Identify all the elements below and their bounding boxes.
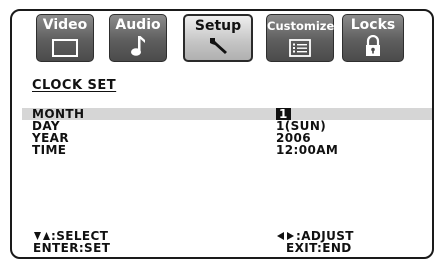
tab-video[interactable]: Video xyxy=(36,14,94,62)
setting-list: MONTH 1 DAY 1(SUN) YEAR 2006 TIME 12:00A… xyxy=(22,108,432,156)
setting-label: TIME xyxy=(32,143,67,157)
wrench-icon xyxy=(210,38,227,54)
tab-audio[interactable]: Audio xyxy=(109,14,167,62)
tab-customize-label: Customize xyxy=(267,19,335,33)
monitor-icon xyxy=(52,39,78,57)
setting-value[interactable]: 12:00AM xyxy=(276,144,338,156)
tab-locks[interactable]: Locks xyxy=(342,14,404,62)
left-right-arrows-icon xyxy=(277,232,294,240)
setting-row-day[interactable]: DAY 1(SUN) xyxy=(22,120,432,132)
music-note-icon xyxy=(131,36,145,56)
tab-locks-label: Locks xyxy=(350,17,396,33)
section-title: CLOCK SET xyxy=(32,78,117,93)
down-up-arrows-icon xyxy=(34,232,50,240)
set-hint: ENTER:SET xyxy=(33,241,111,255)
tab-setup-label: Setup xyxy=(194,18,242,34)
setting-row-year[interactable]: YEAR 2006 xyxy=(22,132,432,144)
list-icon xyxy=(289,39,311,57)
tab-setup[interactable]: Setup xyxy=(183,14,253,62)
setting-row-time[interactable]: TIME 12:00AM xyxy=(22,144,432,156)
setting-row-month[interactable]: MONTH 1 xyxy=(22,108,432,120)
padlock-icon xyxy=(366,35,380,56)
tab-audio-label: Audio xyxy=(115,17,161,33)
exit-hint: EXIT:END xyxy=(286,241,352,255)
tab-customize[interactable]: Customize xyxy=(266,14,334,62)
tab-video-label: Video xyxy=(42,17,88,33)
